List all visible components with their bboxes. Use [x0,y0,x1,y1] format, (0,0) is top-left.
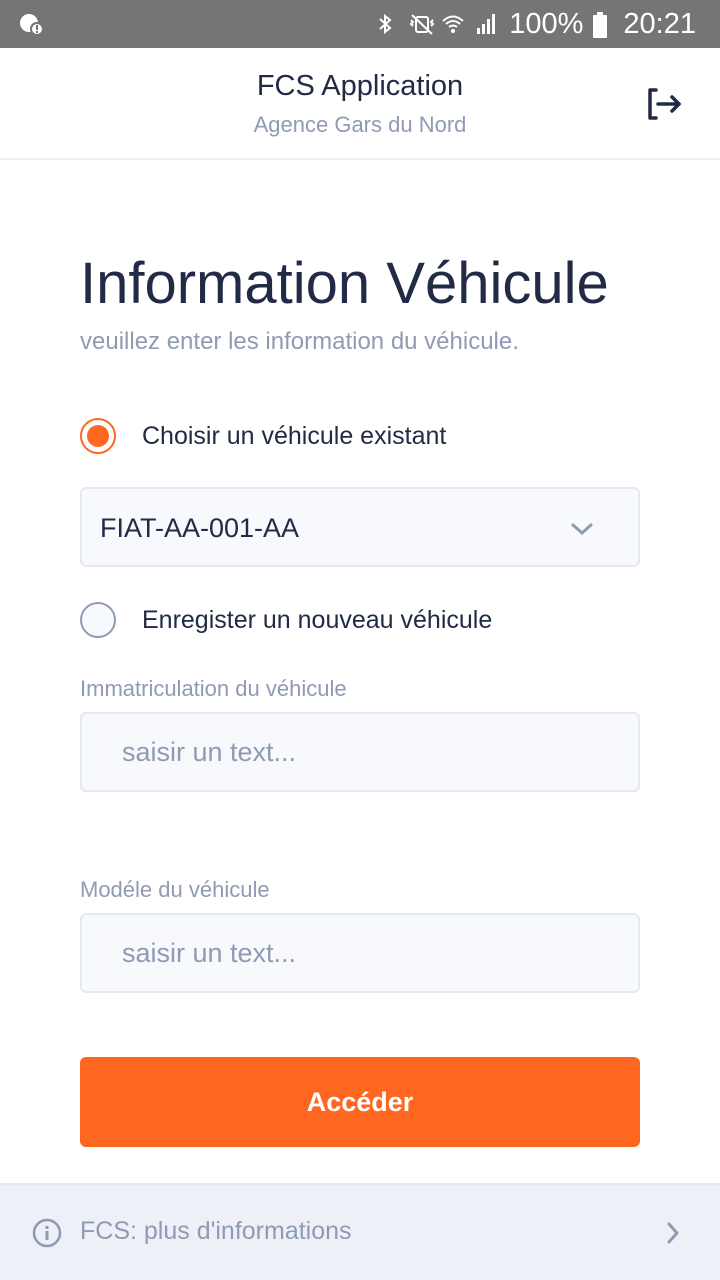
notification-icon [18,12,44,36]
status-bar: 100% 20:21 [0,0,720,48]
page-title: Information Véhicule [80,251,609,316]
radio-new-vehicle[interactable]: Enregister un nouveau véhicule [80,600,492,640]
vehicle-select-value: FIAT-AA-001-AA [100,513,300,543]
bluetooth-icon [373,12,397,36]
status-clock: 20:21 [623,8,696,40]
submit-button[interactable]: Accéder [80,1057,640,1147]
radio-button-checked[interactable] [80,418,116,454]
battery-icon [593,12,608,38]
status-icons: 100% 20:21 [373,0,696,48]
chevron-down-icon [570,517,594,541]
vehicle-select[interactable]: FIAT-AA-001-AA [80,487,640,567]
radio-label: Enregister un nouveau véhicule [142,605,493,634]
info-icon [32,1218,62,1248]
chevron-right-icon [662,1221,684,1245]
model-label: Modéle du véhicule [80,877,270,902]
app-header: FCS Application Agence Gars du Nord [0,48,720,160]
wifi-icon [441,12,465,36]
footer-info-link[interactable]: FCS: plus d'informations [0,1183,720,1280]
radio-label: Choisir un véhicule existant [142,421,447,450]
page-subtitle: veuillez enter les information du véhicu… [80,328,519,355]
signal-icon [475,12,499,36]
battery-percentage: 100% [509,8,584,40]
app-subtitle: Agence Gars du Nord [253,112,467,137]
registration-input[interactable] [80,712,640,792]
radio-existing-vehicle[interactable]: Choisir un véhicule existant [80,416,446,456]
mute-vibrate-icon [407,12,435,36]
footer-text: FCS: plus d'informations [80,1217,352,1245]
radio-button-unchecked[interactable] [80,602,116,638]
logout-icon [648,88,681,120]
app-title: FCS Application [256,70,464,102]
logout-button[interactable] [644,84,684,124]
registration-label: Immatriculation du véhicule [80,676,347,701]
model-input[interactable] [80,913,640,993]
